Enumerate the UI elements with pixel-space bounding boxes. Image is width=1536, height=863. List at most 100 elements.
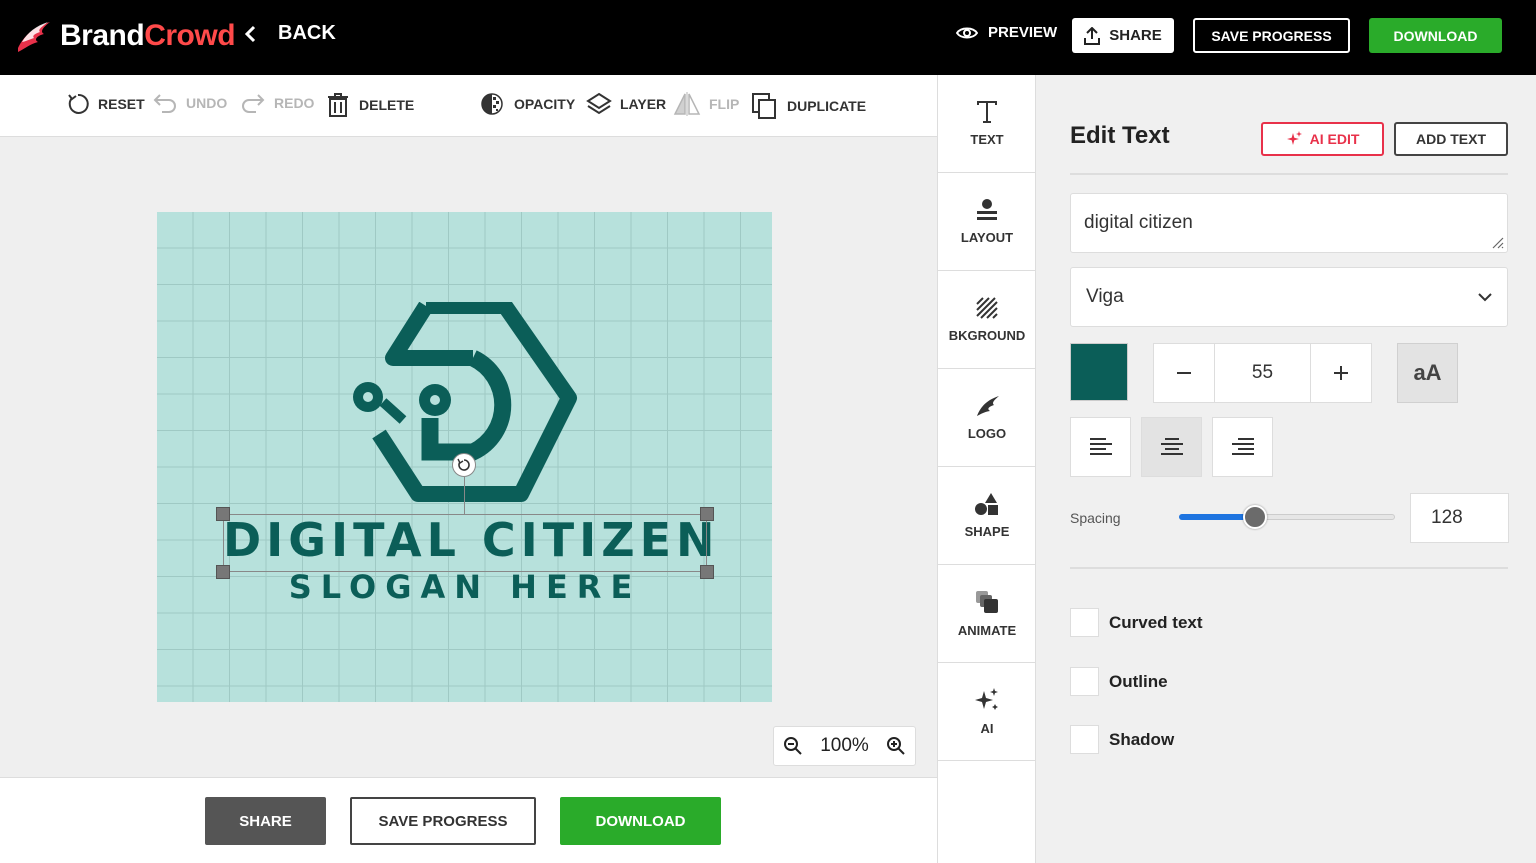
resize-grip-icon[interactable] (1490, 235, 1504, 249)
spacing-slider[interactable] (1179, 505, 1395, 529)
minus-icon (1177, 372, 1191, 374)
zoom-in-icon (886, 737, 905, 755)
top-share-label: SHARE (1109, 27, 1162, 44)
preview-button[interactable]: PREVIEW (956, 24, 1057, 41)
curved-text-checkbox[interactable] (1070, 608, 1099, 637)
nav-item-text[interactable]: TEXT (938, 75, 1036, 173)
text-content-value: digital citizen (1084, 212, 1193, 233)
trash-icon (328, 93, 348, 117)
duplicate-label: DUPLICATE (787, 98, 867, 114)
bottom-download-button[interactable]: DOWNLOAD (560, 797, 721, 845)
spacing-label: Spacing (1070, 510, 1121, 526)
nav-item-logo[interactable]: LOGO (938, 369, 1036, 467)
top-download-button[interactable]: DOWNLOAD (1369, 18, 1502, 53)
ai-edit-button[interactable]: AI EDIT (1261, 122, 1384, 156)
text-case-button[interactable]: aA (1397, 343, 1458, 403)
delete-label: DELETE (359, 97, 415, 113)
undo-icon (153, 94, 176, 113)
zoom-out-button[interactable] (784, 737, 802, 755)
chevron-down-icon (1478, 292, 1492, 301)
brand-name-part2: Crowd (144, 19, 236, 52)
edit-toolbar: RESET UNDO REDO DELETE OPACITY LAYER FLI… (0, 75, 937, 137)
delete-button[interactable]: DELETE (325, 92, 414, 118)
zoom-in-button[interactable] (886, 737, 905, 755)
reset-icon (68, 93, 89, 114)
nav-label-layout: LAYOUT (960, 230, 1014, 245)
slogan-text[interactable]: SLOGAN HERE (223, 568, 707, 606)
add-text-button[interactable]: ADD TEXT (1394, 122, 1508, 156)
resize-handle-top-left[interactable] (216, 507, 230, 521)
side-nav: TEXT LAYOUT BKGROUND LOGO SHAPE ANIMATE … (937, 75, 1036, 863)
opacity-icon (481, 93, 503, 115)
flip-icon (673, 92, 701, 116)
curved-text-option[interactable]: Curved text (1070, 608, 1203, 637)
opacity-button[interactable]: OPACITY (478, 92, 575, 116)
layer-label: LAYER (620, 96, 667, 112)
rotate-icon (457, 458, 470, 471)
nav-label-logo: LOGO (967, 426, 1007, 441)
animate-icon (976, 591, 998, 613)
align-center-button[interactable] (1141, 417, 1202, 477)
divider (1070, 567, 1508, 569)
bottom-save-progress-button[interactable]: SAVE PROGRESS (350, 797, 536, 845)
font-size-increase-button[interactable] (1311, 344, 1371, 402)
nav-item-animate[interactable]: ANIMATE (938, 565, 1036, 663)
canvas-area: DIGITAL CITIZEN SLOGAN HERE 100% (0, 137, 937, 777)
bottom-share-button[interactable]: SHARE (205, 797, 326, 845)
rotate-handle[interactable] (452, 453, 476, 477)
align-left-icon (1089, 438, 1112, 455)
flip-button[interactable]: FLIP (673, 92, 739, 116)
font-family-select[interactable]: Viga (1070, 267, 1508, 327)
reset-label: RESET (98, 96, 145, 112)
font-size-value[interactable]: 55 (1214, 344, 1311, 402)
shadow-checkbox[interactable] (1070, 725, 1099, 754)
spacing-slider-thumb[interactable] (1242, 505, 1267, 529)
flip-label: FLIP (709, 96, 740, 112)
top-bar: BrandCrowd BACK PREVIEW SHARE SAVE PROGR… (0, 0, 1536, 75)
back-button[interactable]: BACK (244, 22, 336, 45)
resize-handle-top-right[interactable] (700, 507, 714, 521)
redo-label: REDO (274, 95, 315, 111)
align-right-icon (1231, 438, 1254, 455)
layer-button[interactable]: LAYER (586, 92, 666, 116)
align-left-button[interactable] (1070, 417, 1131, 477)
bottom-bar: SHARE SAVE PROGRESS DOWNLOAD (0, 777, 937, 863)
resize-handle-bottom-right[interactable] (700, 565, 714, 579)
edit-text-panel: Edit Text AI EDIT ADD TEXT digital citiz… (1036, 75, 1536, 863)
spacing-value-field[interactable]: 128 (1410, 493, 1509, 543)
logo-artboard[interactable]: DIGITAL CITIZEN SLOGAN HERE (157, 212, 772, 702)
top-save-progress-button[interactable]: SAVE PROGRESS (1193, 18, 1350, 53)
text-content-field[interactable]: digital citizen (1070, 193, 1508, 253)
undo-label: UNDO (186, 95, 228, 111)
resize-handle-bottom-left[interactable] (216, 565, 230, 579)
duplicate-button[interactable]: DUPLICATE (751, 92, 866, 120)
top-share-button[interactable]: SHARE (1072, 18, 1174, 53)
redo-button[interactable]: REDO (240, 92, 314, 114)
nav-item-ai[interactable]: AI (938, 663, 1036, 761)
nav-label-text: TEXT (970, 132, 1004, 147)
text-color-swatch[interactable] (1070, 343, 1128, 401)
font-size-decrease-button[interactable] (1154, 344, 1214, 402)
shadow-option[interactable]: Shadow (1070, 725, 1174, 754)
panel-title: Edit Text (1070, 122, 1170, 149)
outline-checkbox[interactable] (1070, 667, 1099, 696)
zoom-out-icon (784, 737, 802, 755)
layers-icon (586, 92, 612, 115)
rotation-line (464, 477, 465, 514)
reset-button[interactable]: RESET (66, 92, 145, 116)
nav-item-layout[interactable]: LAYOUT (938, 173, 1036, 271)
opacity-label: OPACITY (514, 96, 576, 112)
plus-icon (1334, 366, 1348, 380)
nav-item-background[interactable]: BKGROUND (938, 271, 1036, 369)
outline-option[interactable]: Outline (1070, 667, 1168, 696)
layout-icon (977, 199, 997, 220)
nav-item-shape[interactable]: SHAPE (938, 467, 1036, 565)
align-right-button[interactable] (1212, 417, 1273, 477)
nav-label-animate: ANIMATE (957, 623, 1017, 638)
divider (1070, 173, 1508, 175)
selection-box (223, 514, 707, 572)
zoom-level: 100% (820, 735, 869, 756)
brandcrowd-logo[interactable]: BrandCrowd (14, 18, 236, 54)
undo-button[interactable]: UNDO (152, 92, 227, 114)
ai-sparkle-icon (975, 688, 998, 710)
